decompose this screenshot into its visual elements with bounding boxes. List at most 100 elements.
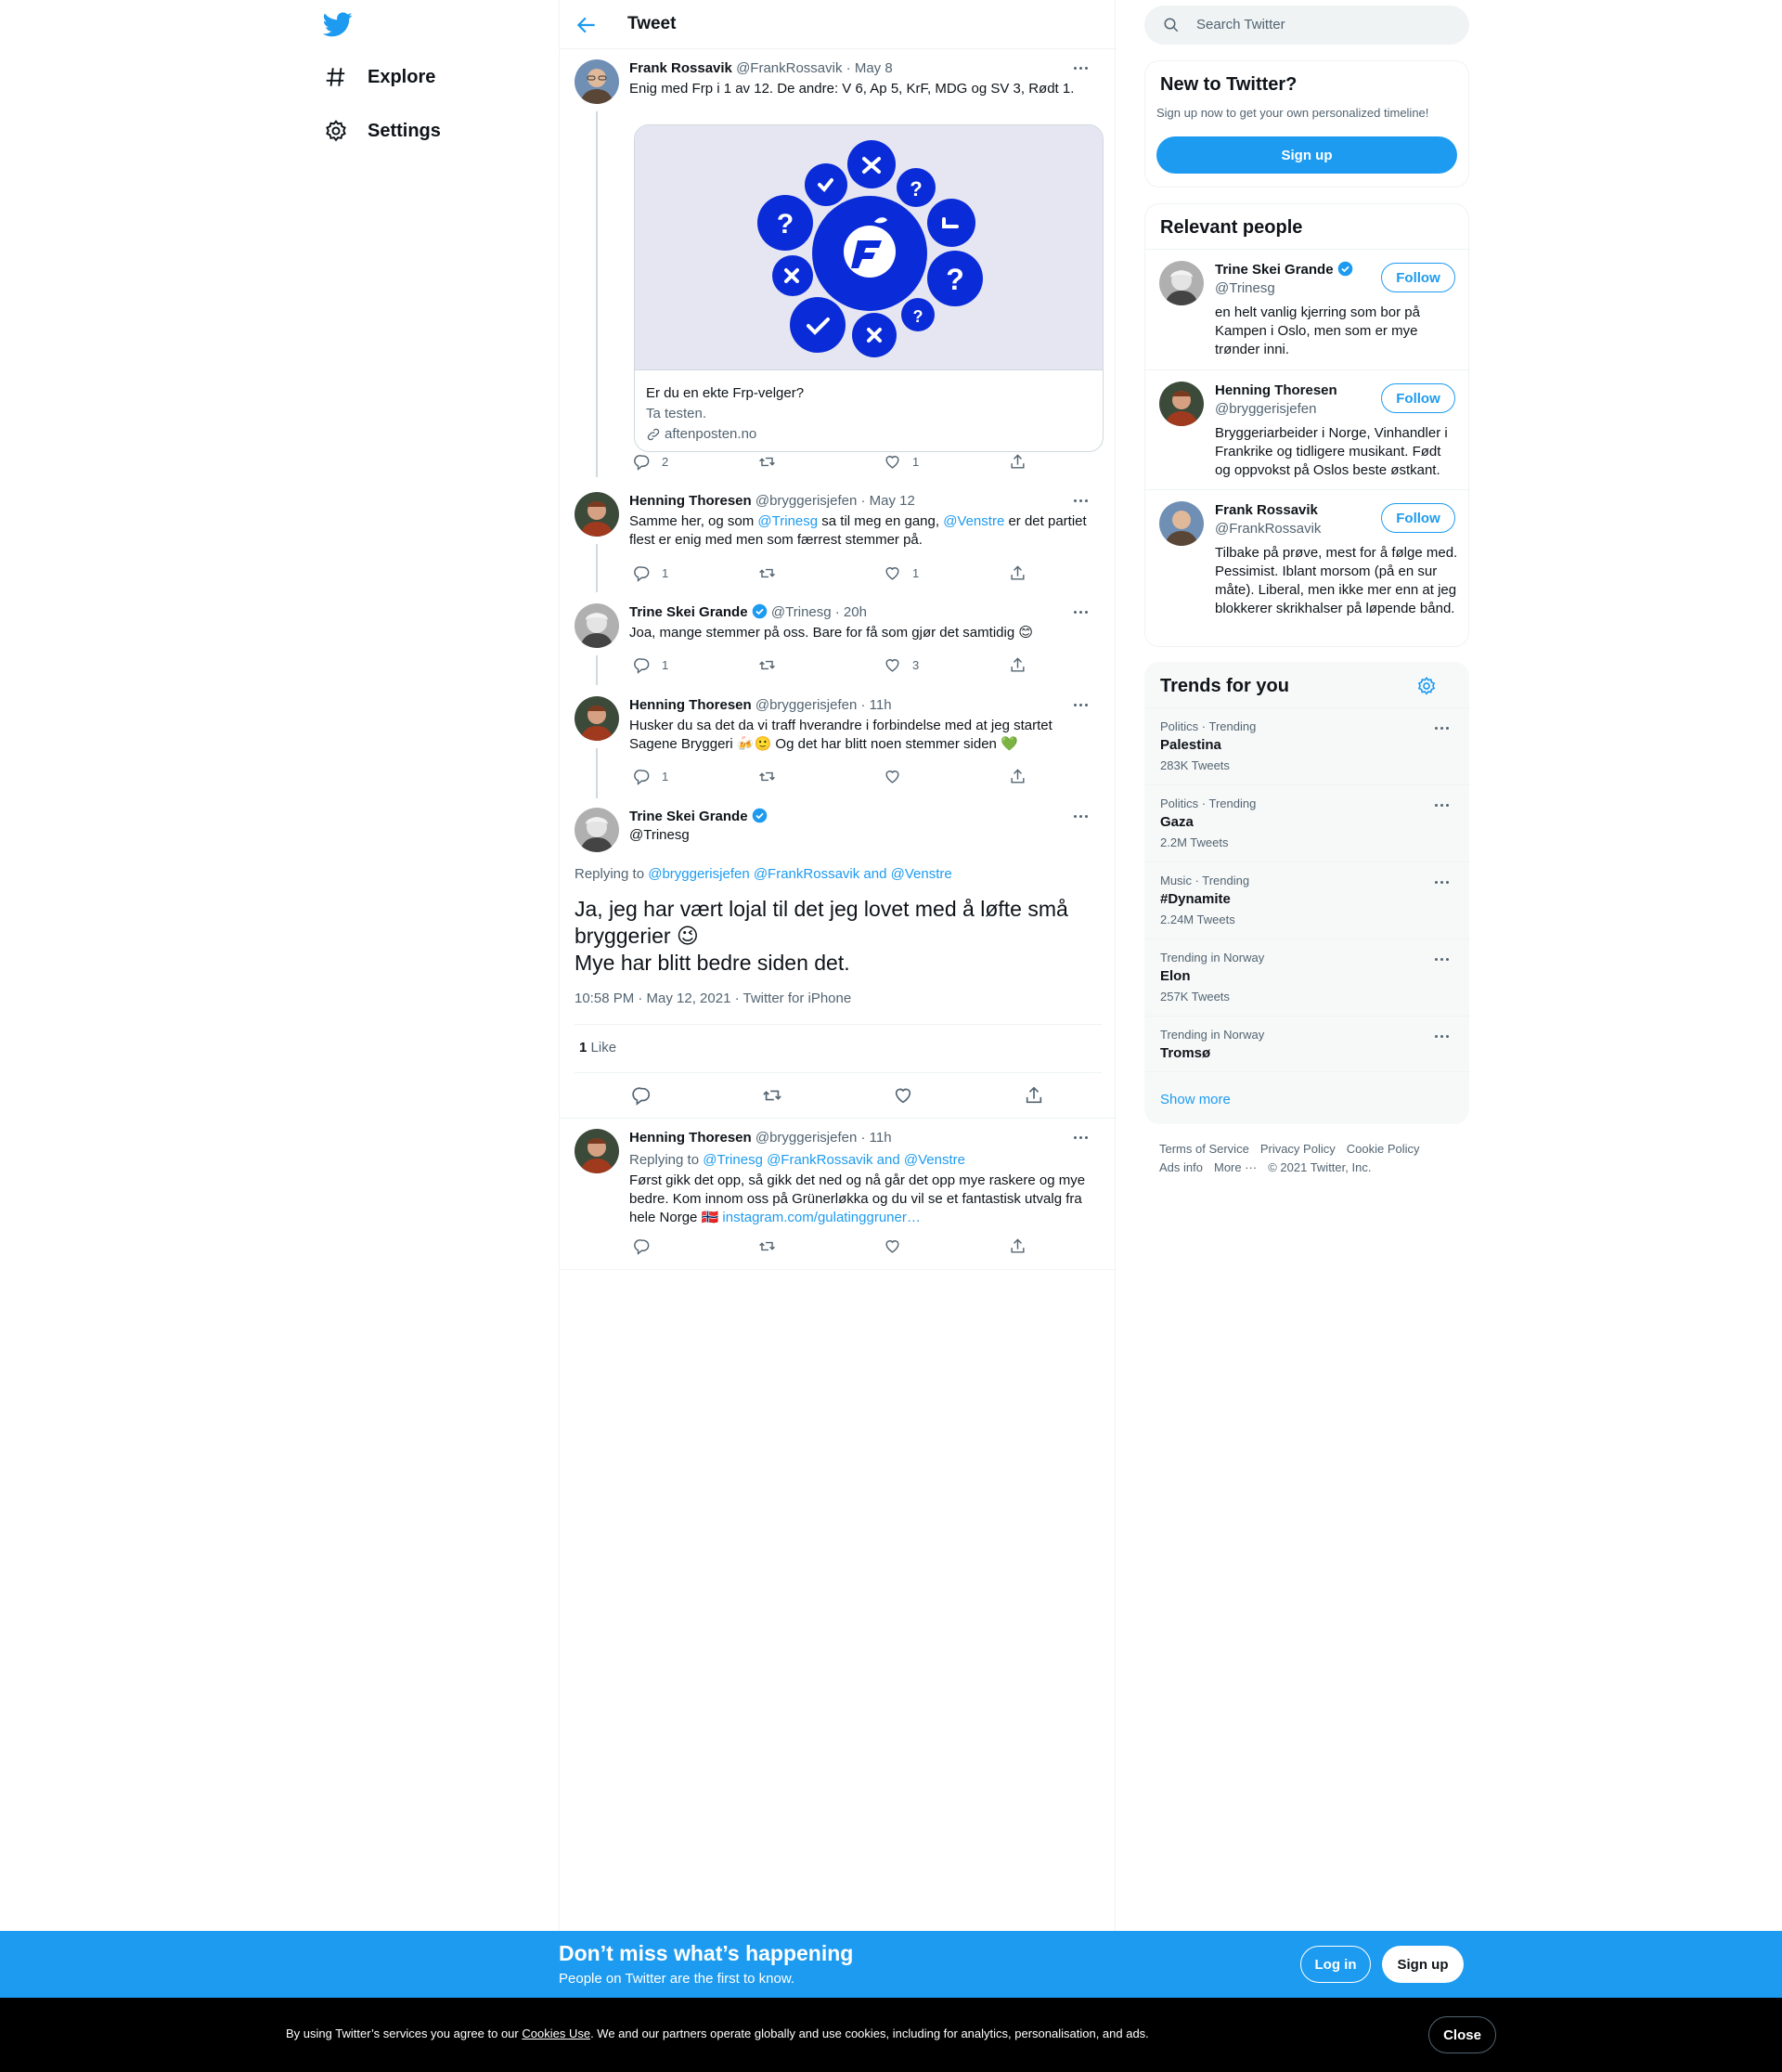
- retweet-button[interactable]: [758, 768, 787, 785]
- person-name[interactable]: Trine Skei Grande: [1215, 262, 1334, 278]
- avatar[interactable]: [1159, 501, 1204, 546]
- avatar[interactable]: [575, 1129, 619, 1173]
- author-handle[interactable]: @Trinesg: [771, 604, 832, 620]
- thread-tweet[interactable]: Henning Thoresen @bryggerisjefen · 11h H…: [575, 696, 1102, 798]
- mention-link[interactable]: @Trinesg: [757, 513, 818, 529]
- author-name[interactable]: Frank Rossavik: [629, 60, 732, 76]
- replying-to-users[interactable]: @bryggerisjefen @FrankRossavik and @Vens…: [648, 866, 952, 882]
- author-handle[interactable]: @bryggerisjefen: [755, 697, 857, 713]
- trend-item[interactable]: Politics · Trending Gaza 2.2M Tweets: [1145, 784, 1470, 861]
- reply-button[interactable]: 1: [633, 768, 668, 785]
- more-options-icon[interactable]: [1435, 958, 1453, 964]
- share-button[interactable]: [1009, 453, 1038, 471]
- author-name[interactable]: Trine Skei Grande: [629, 809, 748, 824]
- more-options-icon[interactable]: [1074, 67, 1092, 72]
- like-button[interactable]: [893, 1085, 924, 1106]
- thread-tweet[interactable]: Trine Skei Grande @Trinesg · 20h Joa, ma…: [575, 603, 1102, 685]
- author-name[interactable]: Henning Thoresen: [629, 493, 752, 509]
- tweet-date[interactable]: · 11h: [860, 1130, 891, 1146]
- terms-link[interactable]: Terms of Service: [1159, 1142, 1249, 1156]
- person-handle[interactable]: @bryggerisjefen: [1215, 401, 1316, 417]
- avatar[interactable]: [575, 59, 619, 104]
- more-options-icon[interactable]: [1074, 704, 1092, 709]
- like-button[interactable]: 1: [884, 564, 919, 582]
- link-card[interactable]: ? ? ? ? Er du en ekte Frp-velger? Ta tes…: [634, 124, 1104, 452]
- more-options-icon[interactable]: [1435, 804, 1453, 809]
- thread-tweet[interactable]: Frank Rossavik @FrankRossavik · May 8 En…: [575, 59, 1104, 477]
- follow-button[interactable]: Follow: [1381, 383, 1455, 413]
- show-more-link[interactable]: Show more: [1160, 1092, 1231, 1107]
- tweet-date[interactable]: · May 8: [846, 60, 893, 76]
- avatar[interactable]: [575, 808, 619, 852]
- person-name[interactable]: Henning Thoresen: [1215, 382, 1337, 400]
- reply-button[interactable]: 1: [633, 656, 668, 674]
- person-handle[interactable]: @Trinesg: [1215, 280, 1275, 296]
- retweet-button[interactable]: [758, 1237, 787, 1255]
- twitter-logo-icon[interactable]: [323, 9, 353, 39]
- tweet-date[interactable]: · May 12: [860, 493, 914, 509]
- log-in-button[interactable]: Log in: [1300, 1946, 1371, 1983]
- like-button[interactable]: [884, 768, 912, 785]
- person-handle[interactable]: @FrankRossavik: [1215, 521, 1321, 537]
- trend-item[interactable]: Trending in Norway Tromsø: [1145, 1016, 1470, 1071]
- follow-button[interactable]: Follow: [1381, 503, 1455, 533]
- author-handle[interactable]: @FrankRossavik: [736, 60, 842, 76]
- like-button[interactable]: 1: [884, 453, 919, 471]
- share-button[interactable]: [1009, 656, 1038, 674]
- more-options-icon[interactable]: [1074, 499, 1092, 505]
- tweet-date[interactable]: · 20h: [835, 604, 867, 620]
- like-button[interactable]: 3: [884, 656, 919, 674]
- follow-button[interactable]: Follow: [1381, 263, 1455, 292]
- sign-up-button[interactable]: Sign up: [1382, 1946, 1464, 1983]
- external-link[interactable]: instagram.com/gulatinggruner…: [722, 1210, 920, 1225]
- reply-button[interactable]: 1: [633, 564, 668, 582]
- retweet-button[interactable]: [758, 564, 787, 582]
- avatar[interactable]: [1159, 382, 1204, 426]
- author-name[interactable]: Henning Thoresen: [629, 697, 752, 713]
- retweet-button[interactable]: [758, 453, 787, 471]
- more-options-icon[interactable]: [1435, 1035, 1453, 1041]
- reply-button[interactable]: [633, 1237, 662, 1255]
- close-button[interactable]: Close: [1428, 2016, 1496, 2053]
- sign-up-button[interactable]: Sign up: [1156, 136, 1457, 174]
- mention-link[interactable]: @Venstre: [943, 513, 1004, 529]
- more-options-icon[interactable]: [1074, 1136, 1092, 1142]
- privacy-link[interactable]: Privacy Policy: [1260, 1142, 1336, 1156]
- share-button[interactable]: [1009, 1237, 1038, 1255]
- author-name[interactable]: Trine Skei Grande: [629, 604, 748, 620]
- trend-item[interactable]: Trending in Norway Elon 257K Tweets: [1145, 939, 1470, 1016]
- nav-explore[interactable]: Explore: [323, 54, 435, 100]
- retweet-button[interactable]: [762, 1085, 794, 1106]
- avatar[interactable]: [575, 492, 619, 537]
- share-button[interactable]: [1009, 768, 1038, 785]
- person-name[interactable]: Frank Rossavik: [1215, 501, 1318, 520]
- author-handle[interactable]: @bryggerisjefen: [755, 1130, 857, 1146]
- like-button[interactable]: [884, 1237, 912, 1255]
- tweet-timestamp[interactable]: 10:58 PM · May 12, 2021 · Twitter for iP…: [575, 991, 1102, 1006]
- reply-tweet[interactable]: Henning Thoresen @bryggerisjefen · 11h R…: [575, 1129, 1102, 1268]
- trend-item[interactable]: Politics · Trending Palestina 283K Tweet…: [1145, 707, 1470, 784]
- ads-info-link[interactable]: Ads info: [1159, 1160, 1203, 1174]
- person-card[interactable]: Trine Skei Grande @Trinesg en helt vanli…: [1145, 249, 1470, 369]
- author-handle[interactable]: @Trinesg: [629, 826, 1102, 845]
- person-card[interactable]: Frank Rossavik @FrankRossavik Tilbake på…: [1145, 489, 1470, 647]
- more-options-icon[interactable]: [1074, 611, 1092, 616]
- settings-gear-icon[interactable]: [1416, 676, 1437, 696]
- cookies-use-link[interactable]: Cookies Use: [522, 2027, 590, 2040]
- more-link[interactable]: More ···: [1214, 1160, 1257, 1174]
- avatar[interactable]: [575, 696, 619, 741]
- person-card[interactable]: Henning Thoresen @bryggerisjefen Brygger…: [1145, 369, 1470, 489]
- retweet-button[interactable]: [758, 656, 787, 674]
- trend-item[interactable]: Music · Trending #Dynamite 2.24M Tweets: [1145, 861, 1470, 939]
- nav-settings[interactable]: Settings: [323, 108, 441, 154]
- reply-button[interactable]: 2: [633, 453, 668, 471]
- avatar[interactable]: [1159, 261, 1204, 305]
- avatar[interactable]: [575, 603, 619, 648]
- more-options-icon[interactable]: [1074, 815, 1092, 821]
- share-button[interactable]: [1024, 1085, 1055, 1106]
- more-options-icon[interactable]: [1435, 727, 1453, 732]
- thread-tweet[interactable]: Henning Thoresen @bryggerisjefen · May 1…: [575, 492, 1102, 592]
- tweet-date[interactable]: · 11h: [860, 697, 891, 713]
- back-arrow-icon[interactable]: [575, 13, 599, 37]
- cookie-link[interactable]: Cookie Policy: [1347, 1142, 1420, 1156]
